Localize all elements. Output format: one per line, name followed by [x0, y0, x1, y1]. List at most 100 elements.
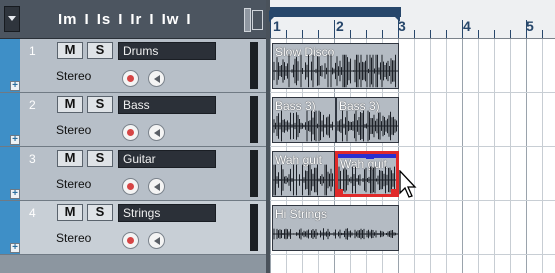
- track-row-selected[interactable]: + 4 M S Strings Stereo: [0, 201, 268, 255]
- track-number: 4: [29, 206, 36, 220]
- track-separator-line: [270, 254, 555, 255]
- grid-line: [430, 39, 431, 273]
- record-enable-icon[interactable]: [122, 232, 139, 249]
- solo-button[interactable]: S: [87, 204, 113, 221]
- track-name-field[interactable]: Bass: [118, 96, 216, 114]
- ruler-tick: [334, 20, 335, 38]
- locator-range-bar[interactable]: [269, 7, 401, 22]
- expand-track-icon[interactable]: +: [10, 243, 20, 253]
- audio-event[interactable]: Wah guit: [272, 151, 335, 197]
- track-separator-line: [270, 200, 555, 201]
- grid-line: [494, 39, 495, 273]
- waveform: [273, 110, 335, 142]
- ruler-tick: [382, 30, 383, 38]
- expand-track-icon[interactable]: +: [10, 81, 20, 91]
- mouse-pointer-icon: [399, 170, 417, 198]
- solo-button[interactable]: S: [87, 150, 113, 167]
- waveform: [273, 228, 398, 240]
- mute-button[interactable]: M: [57, 42, 83, 59]
- timeline-ruler[interactable]: 1 2 3 4 5: [269, 0, 555, 39]
- record-enable-icon[interactable]: [122, 178, 139, 195]
- ruler-bar-number: 2: [336, 18, 344, 34]
- track-name-field[interactable]: Guitar: [118, 150, 216, 168]
- ruler-tick: [462, 20, 463, 38]
- track-row[interactable]: + 2 M S Bass Stereo: [0, 93, 268, 147]
- monitor-speaker-icon[interactable]: [148, 178, 165, 195]
- expand-track-icon[interactable]: +: [10, 189, 20, 199]
- expand-track-icon[interactable]: +: [10, 135, 20, 145]
- ruler-tick: [494, 30, 495, 38]
- level-meter: [250, 204, 258, 251]
- global-read-toggle[interactable]: Ir I: [130, 11, 154, 28]
- level-meter: [250, 150, 258, 197]
- global-mute-toggle[interactable]: Im I: [58, 11, 90, 28]
- cubase-project-window: Im I Is I Ir I Iw I + 1 M S Drums Stereo + 2 M …: [0, 0, 555, 273]
- monitor-speaker-icon[interactable]: [148, 70, 165, 87]
- solo-button[interactable]: S: [87, 96, 113, 113]
- record-enable-icon[interactable]: [122, 124, 139, 141]
- global-solo-toggle[interactable]: Is I: [97, 11, 124, 28]
- ruler-tick: [366, 30, 367, 38]
- ruler-tick: [430, 30, 431, 38]
- track-separator-line: [270, 146, 555, 147]
- ruler-tick: [302, 30, 303, 38]
- waveform: [273, 164, 334, 196]
- track-name-field[interactable]: Drums: [118, 42, 216, 60]
- ruler-tick: [286, 30, 287, 38]
- ruler-bar-number: 1: [273, 18, 281, 34]
- ruler-tick: [270, 20, 271, 38]
- ruler-bar-number: 4: [463, 18, 471, 34]
- grid-line: [526, 39, 527, 273]
- grid-line: [414, 39, 415, 273]
- mute-button[interactable]: M: [57, 204, 83, 221]
- global-track-toggles: Im I Is I Ir I Iw I: [58, 11, 199, 28]
- channel-config-label: Stereo: [56, 177, 92, 191]
- grid-line: [542, 39, 543, 273]
- solo-button[interactable]: S: [87, 42, 113, 59]
- track-list: + 1 M S Drums Stereo + 2 M S Bass Stereo…: [0, 39, 268, 273]
- record-enable-icon[interactable]: [122, 70, 139, 87]
- mute-button[interactable]: M: [57, 150, 83, 167]
- level-meter: [250, 42, 258, 89]
- ruler-bar-number: 5: [526, 18, 534, 34]
- monitor-speaker-icon[interactable]: [148, 124, 165, 141]
- event-display[interactable]: Slow Disco Bass 3) Bass 3) Wah guit Wah …: [270, 39, 555, 273]
- ruler-tick: [398, 20, 399, 38]
- waveform: [337, 110, 398, 142]
- ruler-tick: [526, 20, 527, 38]
- channel-config-label: Stereo: [56, 231, 92, 245]
- grid-line: [270, 39, 271, 273]
- volume-handle[interactable]: [366, 154, 374, 159]
- grid-line: [462, 39, 463, 273]
- waveform: [273, 54, 398, 88]
- track-row[interactable]: + 1 M S Drums Stereo: [0, 39, 268, 93]
- track-name-field[interactable]: Strings: [118, 204, 216, 222]
- grid-line: [446, 39, 447, 273]
- fade-in-handle[interactable]: [338, 189, 343, 194]
- track-color-stripe: +: [0, 147, 20, 200]
- mute-button[interactable]: M: [57, 96, 83, 113]
- ruler-tick: [318, 30, 319, 38]
- track-color-stripe: +: [0, 201, 20, 254]
- track-list-header: Im I Is I Ir I Iw I: [0, 0, 268, 39]
- audio-event[interactable]: Bass 3): [272, 97, 336, 143]
- audio-event-selected[interactable]: Wah guit: [335, 151, 399, 197]
- global-write-toggle[interactable]: Iw I: [162, 11, 192, 28]
- track-list-width-icon[interactable]: [244, 8, 264, 32]
- audio-event[interactable]: Bass 3): [336, 97, 399, 143]
- track-separator-line: [270, 92, 555, 93]
- audio-event[interactable]: Hi Strings: [272, 205, 399, 251]
- track-color-stripe: +: [0, 39, 20, 92]
- level-meter: [250, 96, 258, 143]
- track-row[interactable]: + 3 M S Guitar Stereo: [0, 147, 268, 201]
- channel-config-label: Stereo: [56, 123, 92, 137]
- ruler-tick: [414, 30, 415, 38]
- track-list-menu-button[interactable]: [4, 6, 20, 32]
- channel-config-label: Stereo: [56, 69, 92, 83]
- ruler-bar-number: 3: [398, 18, 406, 34]
- audio-event[interactable]: Slow Disco: [272, 43, 399, 89]
- grid-line: [510, 39, 511, 273]
- track-number: 1: [29, 44, 36, 58]
- monitor-speaker-icon[interactable]: [148, 232, 165, 249]
- waveform: [338, 166, 396, 194]
